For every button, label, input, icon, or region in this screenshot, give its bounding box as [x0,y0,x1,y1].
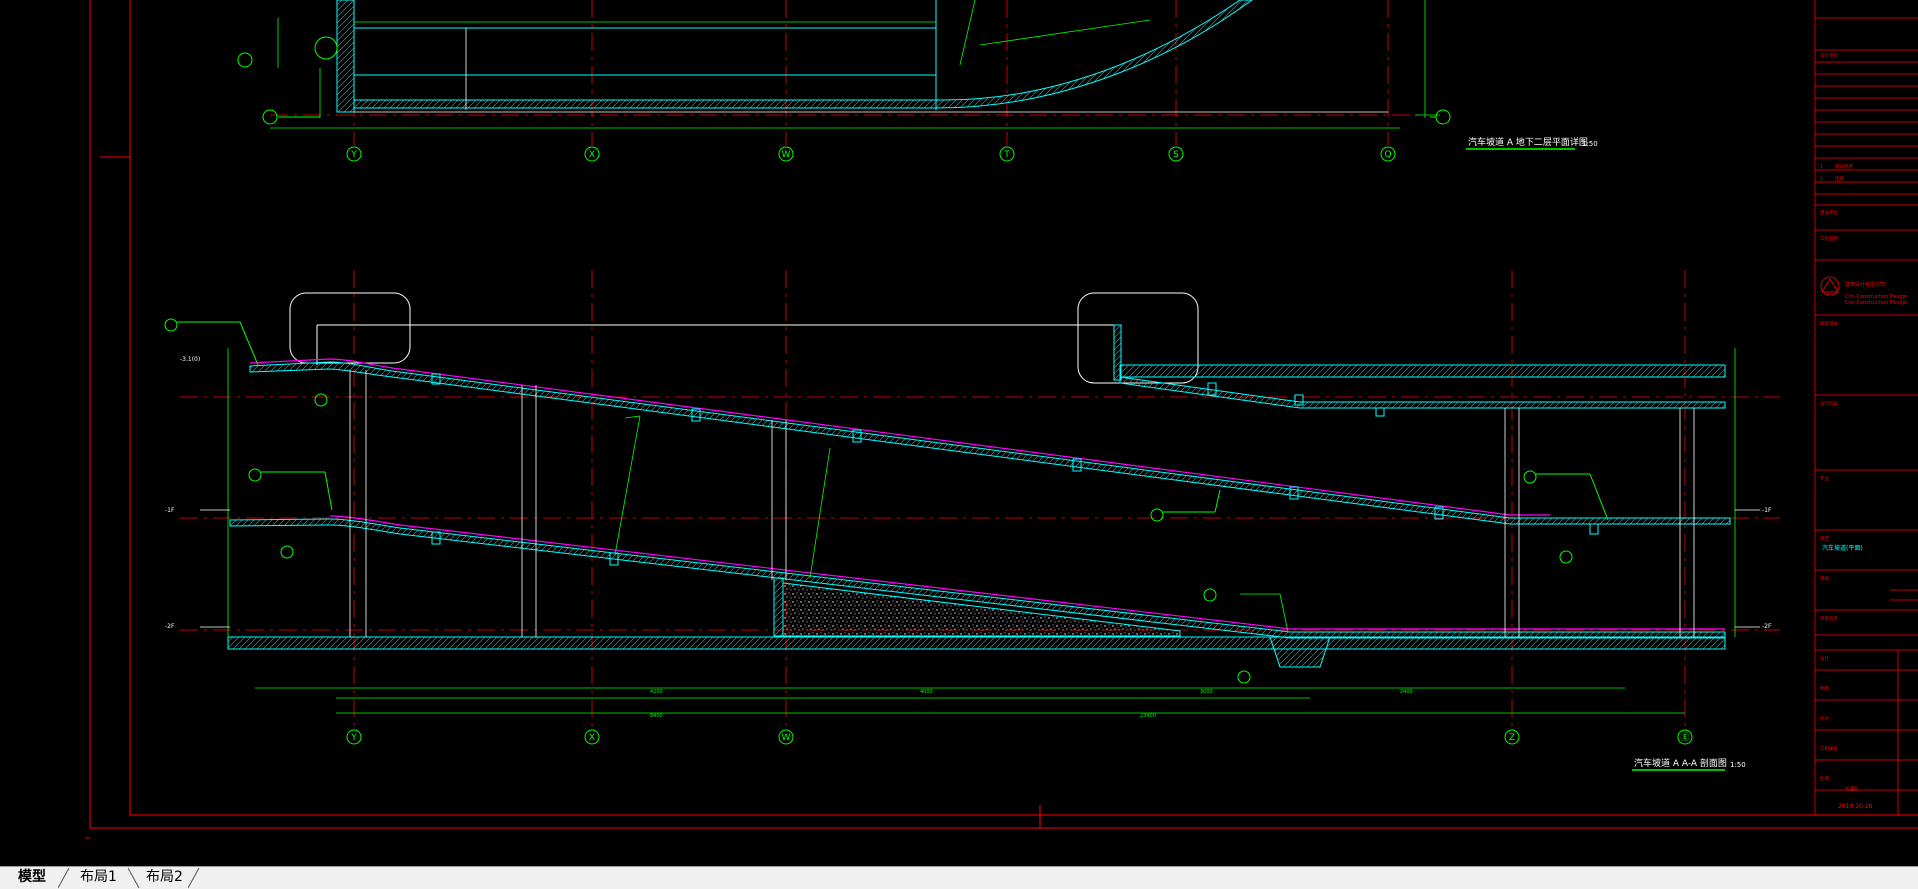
section-title: 汽车坡道 A A-A 剖面图 [1634,757,1727,769]
sheet-number-text: Y-50 [1844,786,1858,793]
axis-label: X [589,733,595,743]
axis-label: T [1003,150,1010,160]
svg-text:工程名称: 工程名称 [1820,235,1838,242]
svg-text:23400: 23400 [1140,713,1156,719]
svg-text:建设单位: 建设单位 [1820,209,1838,216]
svg-text:工程编号: 工程编号 [1820,745,1838,752]
svg-text:4000: 4000 [920,689,933,695]
svg-text:设计: 设计 [1820,655,1829,662]
section-scale: 1:50 [1730,761,1746,769]
svg-text:图纸目录: 图纸目录 [1820,320,1838,327]
svg-text:建筑设计有限公司: 建筑设计有限公司 [1845,281,1885,288]
tab-layout1[interactable]: 布局1 [80,868,117,887]
tab-separator [188,867,200,889]
axis-label: W [782,733,791,743]
svg-text:设计阶段: 设计阶段 [1820,400,1838,407]
title-block [1814,0,1918,815]
level-top-left: -3.1(0) [180,356,200,363]
title-block-info: Y-50 2019.10.28 汽车坡道(平面) Con-Constructio… [1822,300,1907,810]
axis-label: X [589,150,595,160]
level-right-lower: -2F [1762,623,1772,630]
svg-text:校对: 校对 [1820,715,1829,722]
layout-tab-bar: 模型 布局1 布局2 [0,866,1918,889]
svg-text:比例: 比例 [1820,775,1829,782]
plan-title: 汽车坡道 A 地下二层平面详图 [1468,136,1588,148]
title-block-notes: 设计单位 1 图号修改 2 出图 建设单位 工程名称 建筑设计有限公司 Con-Co… [1820,52,1907,782]
section-title-group: 汽车坡道 A A-A 剖面图 1:50 [1632,757,1746,771]
tab-layout2[interactable]: 布局2 [146,868,183,887]
cad-drawing: 设计单位 1 图号修改 2 出图 建设单位 工程名称 建筑设计有限公司 Con-Co… [85,0,1918,839]
plan-view: Y X W T S Q 汽车坡道 A 地下二层平面详图 1:50 [237,0,1598,162]
tab-separator [58,867,70,889]
cad-model-viewport[interactable]: 设计单位 1 图号修改 2 出图 建设单位 工程名称 建筑设计有限公司 Con-Co… [0,0,1918,866]
svg-text:审定: 审定 [1820,535,1829,542]
axis-label: S [1173,150,1179,160]
svg-text:8400: 8400 [650,713,663,719]
axis-label: Y [350,733,357,743]
axis-label: Q [1384,150,1391,160]
tab-model[interactable]: 模型 [18,868,46,887]
axis-label: Z [1509,733,1515,743]
svg-text:制图: 制图 [1820,685,1829,692]
project-name-text: 汽车坡道(平面) [1822,544,1863,552]
plan-scale: 1:50 [1582,140,1598,148]
svg-text:设计单位: 设计单位 [1820,52,1838,59]
svg-text:项目负责: 项目负责 [1820,615,1838,622]
plan-title-group: 汽车坡道 A 地下二层平面详图 1:50 [1466,136,1598,150]
svg-text:专业: 专业 [1820,475,1829,482]
level-bottom-left: -2F [165,623,175,630]
svg-text:2400: 2400 [1400,689,1413,695]
level-mid-left: -1F [165,507,175,514]
svg-text:2: 2 [1820,176,1823,182]
svg-text:3000: 3000 [1200,689,1213,695]
svg-text:出图: 出图 [1835,175,1844,182]
tab-separator [128,867,140,889]
svg-text:图号修改: 图号修改 [1835,163,1853,170]
svg-text:1: 1 [1820,164,1823,170]
date-text: 2019.10.28 [1838,803,1873,810]
svg-text:审核: 审核 [1820,575,1829,582]
drawing-frame [85,0,1918,839]
axis-label: Ⓔ [1680,732,1689,743]
axis-label: W [782,150,791,160]
company-name-text: Con-Construction Design [1845,300,1907,306]
svg-text:4200: 4200 [650,689,663,695]
axis-label: Y [350,150,357,160]
section-view: 4200 4000 3000 2400 8400 23400 -3.1(0) -1F [164,270,1780,771]
level-right-upper: -1F [1762,507,1772,514]
